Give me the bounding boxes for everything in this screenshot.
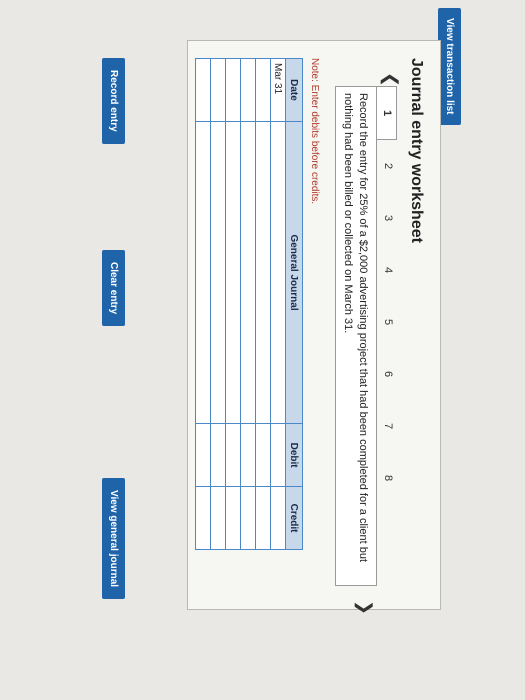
table-row	[255, 58, 271, 550]
date-cell[interactable]	[195, 58, 211, 122]
debit-input[interactable]	[240, 423, 256, 487]
tab-3[interactable]: 3	[378, 192, 397, 244]
table-row	[240, 58, 256, 550]
account-dropdown[interactable]	[240, 121, 256, 424]
worksheet-screen: View transaction list Journal entry work…	[0, 0, 525, 700]
debit-input[interactable]	[270, 423, 286, 487]
credit-input[interactable]	[225, 486, 241, 550]
clear-entry-button[interactable]: Clear entry	[102, 250, 125, 327]
date-cell[interactable]	[255, 58, 271, 122]
record-entry-button[interactable]: Record entry	[102, 58, 125, 144]
tab-7[interactable]: 7	[378, 400, 397, 452]
header-credit: Credit	[285, 486, 303, 550]
table-row	[210, 58, 226, 550]
view-transaction-list-button[interactable]: View transaction list	[438, 8, 461, 125]
header-date: Date	[285, 58, 303, 122]
tab-1[interactable]: 1	[377, 86, 397, 140]
tab-8[interactable]: 8	[378, 452, 397, 504]
date-cell[interactable]	[240, 58, 256, 122]
tab-4[interactable]: 4	[378, 244, 397, 296]
credit-input[interactable]	[240, 486, 256, 550]
chevron-left-icon[interactable]: ❮	[380, 72, 401, 87]
credit-input[interactable]	[255, 486, 271, 550]
date-cell[interactable]	[225, 58, 241, 122]
table-row	[225, 58, 241, 550]
journal-table: Date General Journal Debit Credit Mar 31	[195, 58, 303, 550]
header-general-journal: General Journal	[285, 121, 303, 424]
credit-input[interactable]	[270, 486, 286, 550]
prompt-box: Record the entry for 25% of a $2,000 adv…	[335, 86, 377, 586]
debit-input[interactable]	[210, 423, 226, 487]
credit-input[interactable]	[210, 486, 226, 550]
date-cell[interactable]: Mar 31	[270, 58, 286, 122]
table-row	[195, 58, 211, 550]
table-row: Mar 31	[270, 58, 286, 550]
header-debit: Debit	[285, 423, 303, 487]
journal-header-row: Date General Journal Debit Credit	[285, 58, 303, 550]
debit-input[interactable]	[225, 423, 241, 487]
worksheet-tabs: 1 2 3 4 5 6 7 8	[377, 86, 397, 504]
account-dropdown[interactable]	[210, 121, 226, 424]
account-dropdown[interactable]	[225, 121, 241, 424]
credit-input[interactable]	[195, 486, 211, 550]
tab-6[interactable]: 6	[378, 348, 397, 400]
note-text: Note: Enter debits before credits.	[309, 58, 320, 205]
worksheet-title: Journal entry worksheet	[408, 58, 425, 243]
account-dropdown[interactable]	[195, 121, 211, 424]
prompt-text: Record the entry for 25% of a $2,000 adv…	[342, 93, 369, 563]
view-general-journal-button[interactable]: View general journal	[102, 478, 125, 600]
debit-input[interactable]	[195, 423, 211, 487]
tab-5[interactable]: 5	[378, 296, 397, 348]
chevron-right-icon[interactable]: ❯	[354, 600, 375, 615]
date-cell[interactable]	[210, 58, 226, 122]
debit-input[interactable]	[255, 423, 271, 487]
tab-2[interactable]: 2	[378, 140, 397, 192]
account-dropdown[interactable]	[270, 121, 286, 424]
account-dropdown[interactable]	[255, 121, 271, 424]
